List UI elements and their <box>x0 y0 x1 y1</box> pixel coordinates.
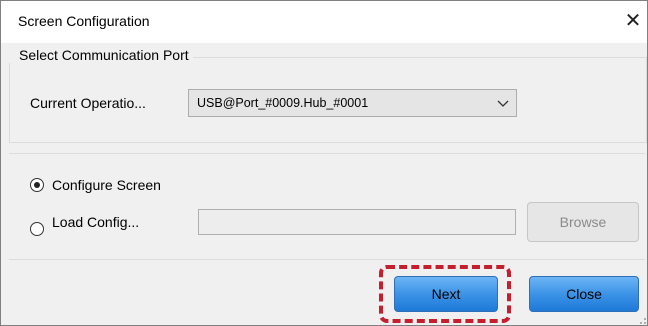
title-bar: Screen Configuration ✕ <box>1 1 647 43</box>
configure-screen-radio[interactable] <box>30 178 44 192</box>
chevron-down-icon <box>497 100 509 107</box>
configure-screen-label[interactable]: Configure Screen <box>52 177 161 193</box>
close-button[interactable]: Close <box>529 276 639 312</box>
dialog-window: Screen Configuration ✕ Select Communicat… <box>0 0 648 326</box>
browse-button[interactable]: Browse <box>527 202 639 242</box>
load-config-radio[interactable] <box>30 222 44 236</box>
radio-selected-dot <box>34 182 40 188</box>
next-button-highlight <box>379 265 511 323</box>
current-operation-label: Current Operatio... <box>30 95 146 111</box>
port-select-value: USB@Port_#0009.Hub_#0001 <box>197 96 369 110</box>
port-group-legend: Select Communication Port <box>9 47 193 63</box>
resize-grip-icon[interactable] <box>637 315 647 325</box>
close-icon[interactable]: ✕ <box>621 9 645 33</box>
config-path-input[interactable] <box>198 209 516 235</box>
window-title: Screen Configuration <box>18 13 150 29</box>
port-select[interactable]: USB@Port_#0009.Hub_#0001 <box>188 89 517 117</box>
load-config-label[interactable]: Load Config... <box>52 214 139 230</box>
